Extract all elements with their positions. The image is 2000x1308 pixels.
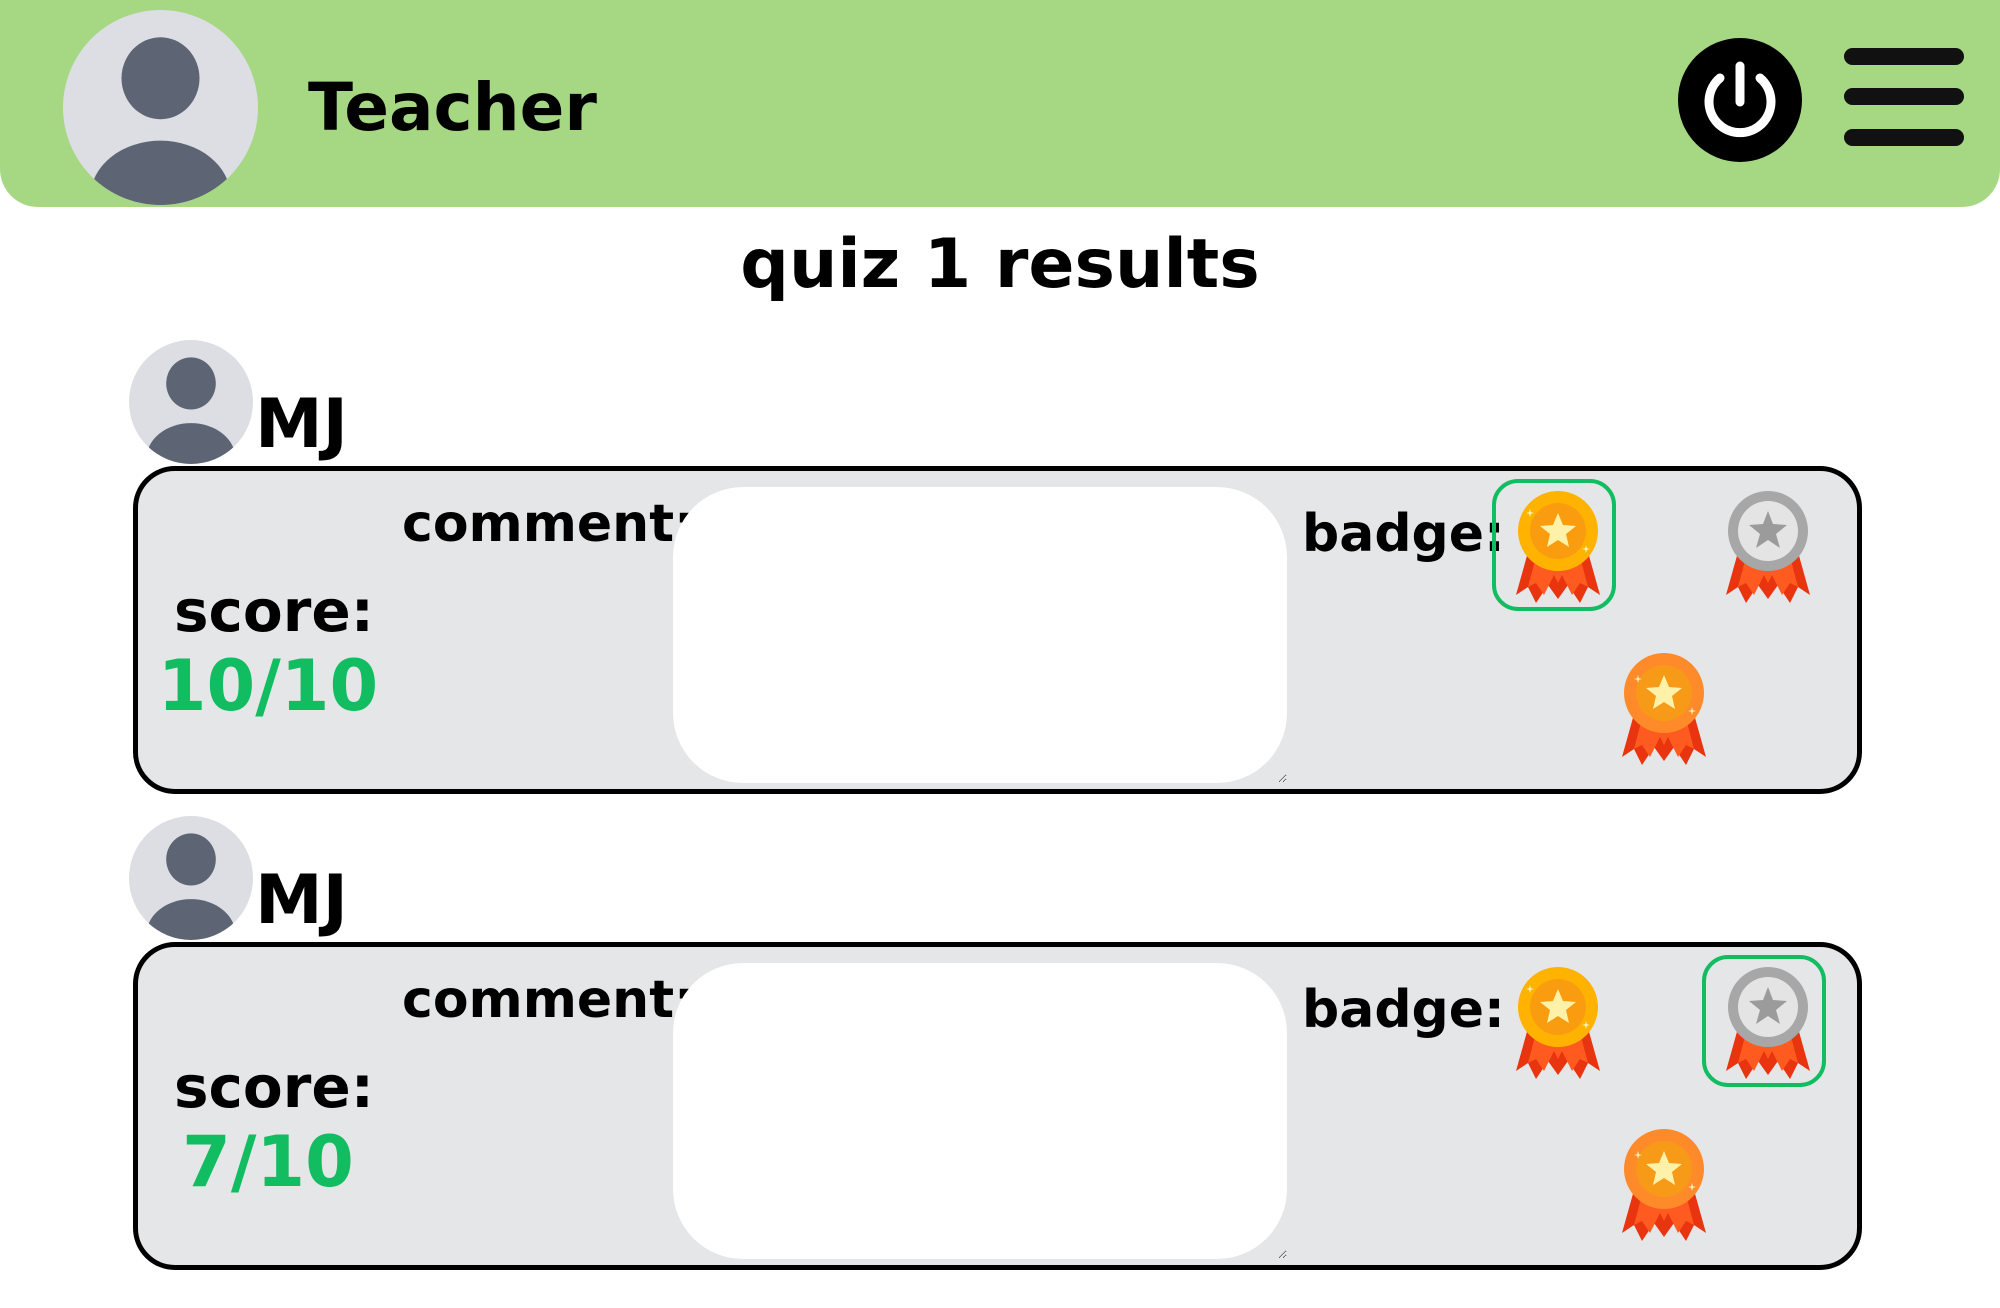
score-label: score: [174,577,374,645]
page-title: quiz 1 results [740,225,1260,304]
badge-label: badge: [1302,504,1505,564]
comment-label: comment: [402,494,695,554]
student-result: MJ comment: score: 10/10 badge: [0,340,2000,820]
silver-medal-icon[interactable] [1702,955,1826,1087]
comment-input[interactable] [673,487,1287,783]
score-value: 10/10 [157,645,379,727]
hamburger-menu-icon[interactable] [1840,44,1968,150]
header-role-title: Teacher [308,69,597,146]
student-name: MJ [255,861,348,940]
user-avatar-icon [129,816,253,940]
power-icon[interactable] [1678,38,1802,162]
bronze-medal-icon[interactable] [1598,1117,1722,1249]
student-result: MJ comment: score: 7/10 badge: [0,816,2000,1296]
comment-label: comment: [402,970,695,1030]
score-label: score: [174,1053,374,1121]
result-card: comment: score: 7/10 badge: [133,942,1862,1270]
bronze-medal-icon[interactable] [1598,641,1722,773]
comment-input[interactable] [673,963,1287,1259]
user-avatar-icon [129,340,253,464]
top-header-bar: Teacher [0,0,2000,207]
badge-label: badge: [1302,980,1505,1040]
score-value: 7/10 [182,1121,354,1203]
gold-medal-icon[interactable] [1492,955,1616,1087]
gold-medal-icon[interactable] [1492,479,1616,611]
result-card: comment: score: 10/10 badge: [133,466,1862,794]
silver-medal-icon[interactable] [1702,479,1826,611]
user-avatar-icon[interactable] [63,10,258,205]
student-name: MJ [255,385,348,464]
